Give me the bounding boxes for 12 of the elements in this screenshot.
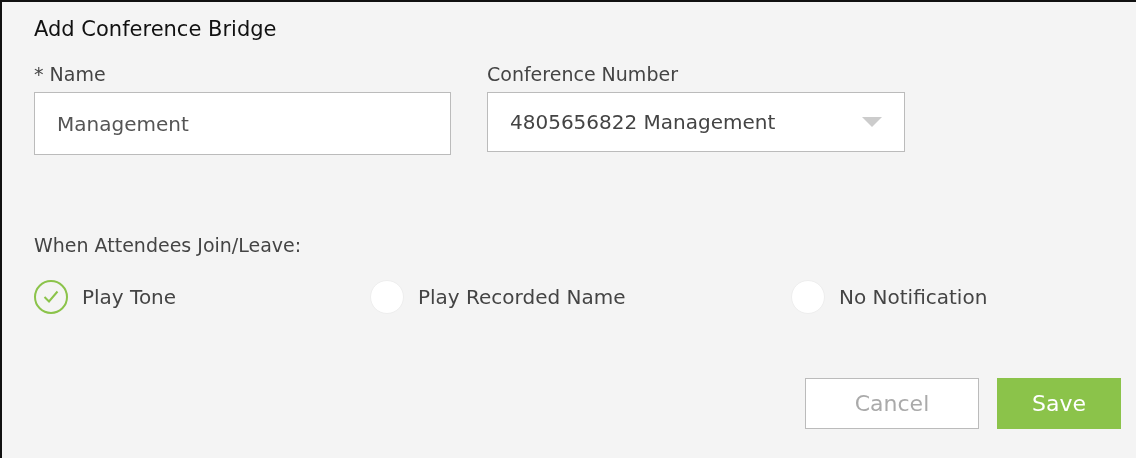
field-label: Conference Number [487,61,679,87]
check-icon [43,290,59,303]
option-label: Play Tone [82,283,177,311]
name-input[interactable]: Management [34,92,451,155]
field-label: * Name [34,61,107,87]
option-label: No Notification [839,283,988,311]
caret-icon [862,117,882,127]
select-field[interactable]: 4805656822 Management [487,92,905,152]
group-label: When Attendees Join/Leave: [34,233,303,258]
dialog-title: Add Conference Bridge [34,16,278,43]
radio-button[interactable] [34,279,68,314]
option-label: Play Recorded Name [418,283,626,311]
